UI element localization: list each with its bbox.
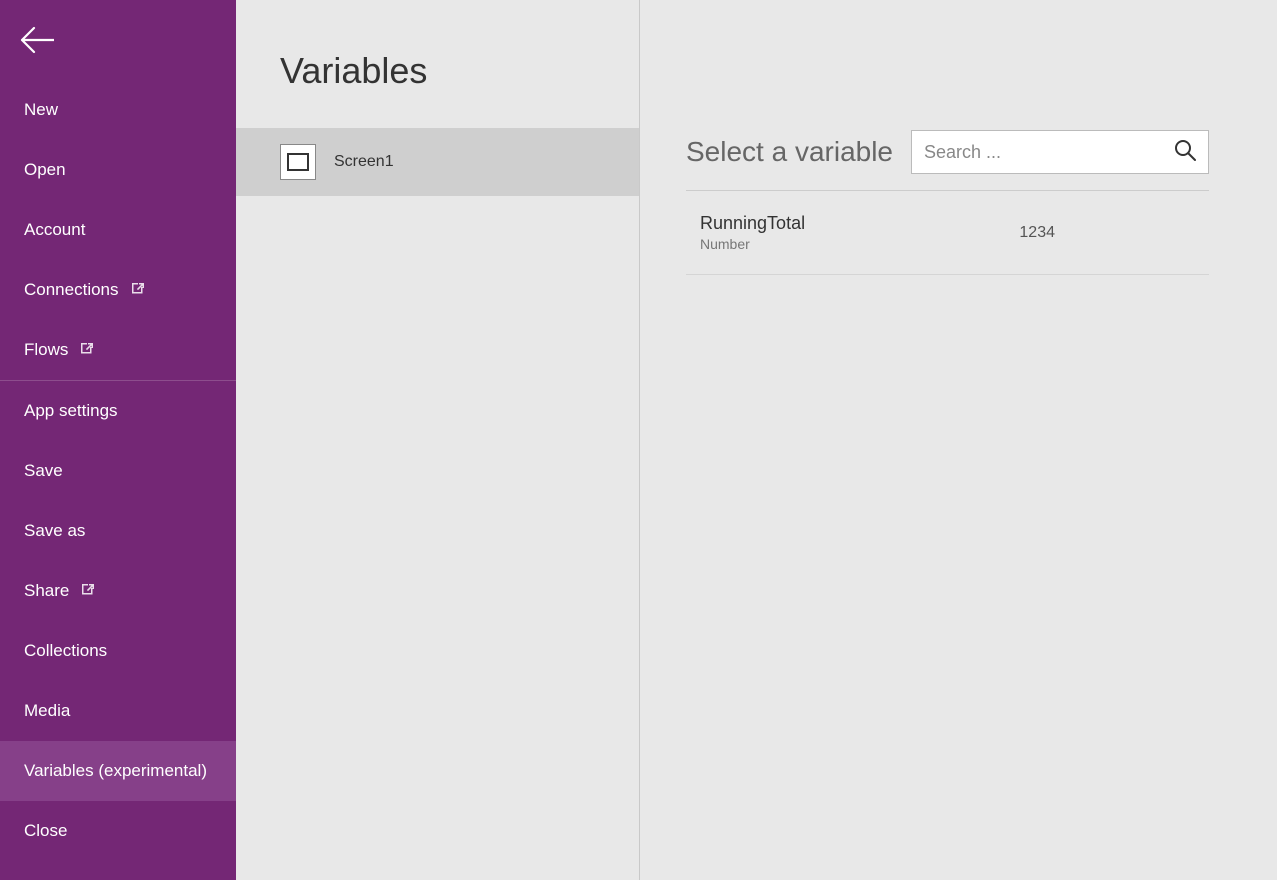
sidebar-item-label: Open xyxy=(24,160,66,180)
select-variable-title: Select a variable xyxy=(686,136,893,168)
sidebar-item-media[interactable]: Media xyxy=(0,681,236,741)
sidebar-item-flows[interactable]: Flows xyxy=(0,320,236,380)
sidebar-item-share[interactable]: Share xyxy=(0,561,236,621)
page-title: Variables xyxy=(280,50,639,92)
sidebar-item-label: Collections xyxy=(24,641,107,661)
variable-value: 1234 xyxy=(1019,224,1055,242)
sidebar-item-close[interactable]: Close xyxy=(0,801,236,861)
external-link-icon xyxy=(79,581,94,601)
search-icon xyxy=(1174,139,1196,166)
sidebar-item-label: Close xyxy=(24,821,67,841)
sidebar-item-label: Account xyxy=(24,220,85,240)
sidebar-item-label: App settings xyxy=(24,401,118,421)
sidebar-item-save-as[interactable]: Save as xyxy=(0,501,236,561)
variables-panel: Select a variable RunningTotal Number 12… xyxy=(640,0,1277,880)
screens-panel: Variables Screen1 xyxy=(236,0,640,880)
sidebar-item-label: Media xyxy=(24,701,70,721)
variable-name: RunningTotal xyxy=(700,213,805,234)
sidebar-item-app-settings[interactable]: App settings xyxy=(0,381,236,441)
screen-thumbnail-icon xyxy=(280,144,316,180)
external-link-icon xyxy=(78,340,93,360)
sidebar-item-new[interactable]: New xyxy=(0,80,236,140)
sidebar-item-label: Connections xyxy=(24,280,119,300)
sidebar-item-save[interactable]: Save xyxy=(0,441,236,501)
sidebar-item-collections[interactable]: Collections xyxy=(0,621,236,681)
sidebar-item-label: Flows xyxy=(24,340,68,360)
variable-type: Number xyxy=(700,236,805,252)
sidebar-item-label: Variables (experimental) xyxy=(24,761,207,781)
search-input[interactable] xyxy=(924,142,1174,163)
sidebar: New Open Account Connections Flows App s… xyxy=(0,0,236,880)
sidebar-item-label: Save as xyxy=(24,521,85,541)
sidebar-item-account[interactable]: Account xyxy=(0,200,236,260)
sidebar-item-variables[interactable]: Variables (experimental) xyxy=(0,741,236,801)
variable-row[interactable]: RunningTotal Number 1234 xyxy=(686,191,1209,275)
back-arrow-icon[interactable] xyxy=(20,26,54,54)
screen-row[interactable]: Screen1 xyxy=(236,128,639,196)
sidebar-item-connections[interactable]: Connections xyxy=(0,260,236,320)
sidebar-item-label: Share xyxy=(24,581,69,601)
external-link-icon xyxy=(129,280,144,300)
screen-label: Screen1 xyxy=(334,153,394,171)
search-box[interactable] xyxy=(911,130,1209,174)
sidebar-item-label: New xyxy=(24,100,58,120)
sidebar-item-label: Save xyxy=(24,461,63,481)
sidebar-item-open[interactable]: Open xyxy=(0,140,236,200)
